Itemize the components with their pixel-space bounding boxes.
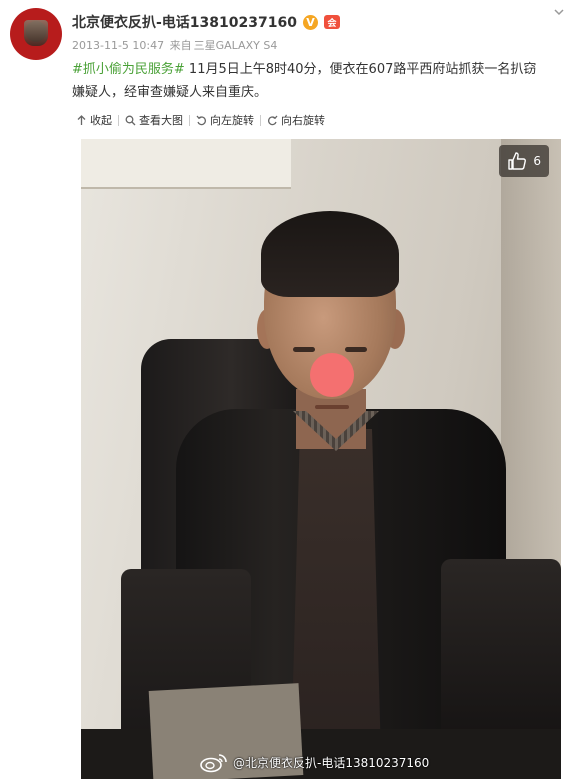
rotate-left-label: 向左旋转 [210, 114, 254, 127]
thumbs-up-icon [508, 152, 527, 170]
collapse-button[interactable]: 收起 [70, 112, 118, 128]
police-emblem-icon [24, 20, 48, 46]
rotate-right-button[interactable]: 向右旋转 [261, 112, 331, 128]
post-timestamp[interactable]: 2013-11-5 10:47 [72, 39, 164, 52]
view-large-button[interactable]: 查看大图 [119, 112, 189, 128]
avatar[interactable] [10, 8, 62, 60]
search-icon [125, 115, 136, 125]
redaction-dot [310, 353, 354, 397]
member-icon[interactable]: 会 [323, 15, 340, 29]
photo-shelf [81, 139, 291, 189]
rotate-right-label: 向右旋转 [281, 114, 325, 127]
like-button[interactable]: 6 [499, 145, 549, 177]
rotate-right-icon [267, 115, 278, 125]
photo-eye-right [345, 347, 367, 352]
weibo-logo-icon [200, 754, 227, 773]
like-count: 6 [533, 154, 541, 168]
photo-person-hair [261, 211, 399, 297]
collapse-label: 收起 [90, 114, 112, 127]
view-large-label: 查看大图 [139, 114, 183, 127]
photo-watermark: @北京便衣反扒-电话13810237160 [199, 751, 429, 773]
post-text-line1: 11月5日上午8时40分，便衣在607路平西府站抓获一名扒窃 [184, 62, 537, 77]
rotate-left-icon [196, 115, 207, 125]
chevron-down-icon[interactable] [554, 7, 564, 17]
watermark-text: @北京便衣反扒-电话13810237160 [233, 755, 430, 770]
photo-sweater [291, 429, 381, 759]
photo-mouth [315, 405, 349, 409]
topic-link[interactable]: #抓小偷为民服务# [72, 62, 185, 77]
image-toolbar: 收起 查看大图 向左旋转 向右旋转 [70, 112, 331, 128]
username-link[interactable]: 北京便衣反扒-电话13810237160 [72, 12, 297, 32]
source-prefix: 来自 [169, 39, 192, 52]
rotate-left-button[interactable]: 向左旋转 [190, 112, 260, 128]
post-meta: 2013-11-5 10:47 来自 三星GALAXY S4 [72, 37, 277, 53]
post-photo[interactable]: 6 @北京便衣反扒-电话13810237160 [81, 139, 561, 779]
username-row: 北京便衣反扒-电话13810237160 V 会 [72, 11, 340, 33]
photo-eye-left [293, 347, 315, 352]
post-text-line2: 嫌疑人，经审查嫌疑人来自重庆。 [72, 85, 268, 100]
post-text: #抓小偷为民服务# 11月5日上午8时40分，便衣在607路平西府站抓获一名扒窃… [72, 58, 564, 104]
source-device[interactable]: 三星GALAXY S4 [194, 39, 278, 52]
weibo-post: 北京便衣反扒-电话13810237160 V 会 2013-11-5 10:47… [0, 0, 576, 781]
collapse-icon [77, 114, 86, 125]
verified-icon[interactable]: V [302, 14, 318, 30]
